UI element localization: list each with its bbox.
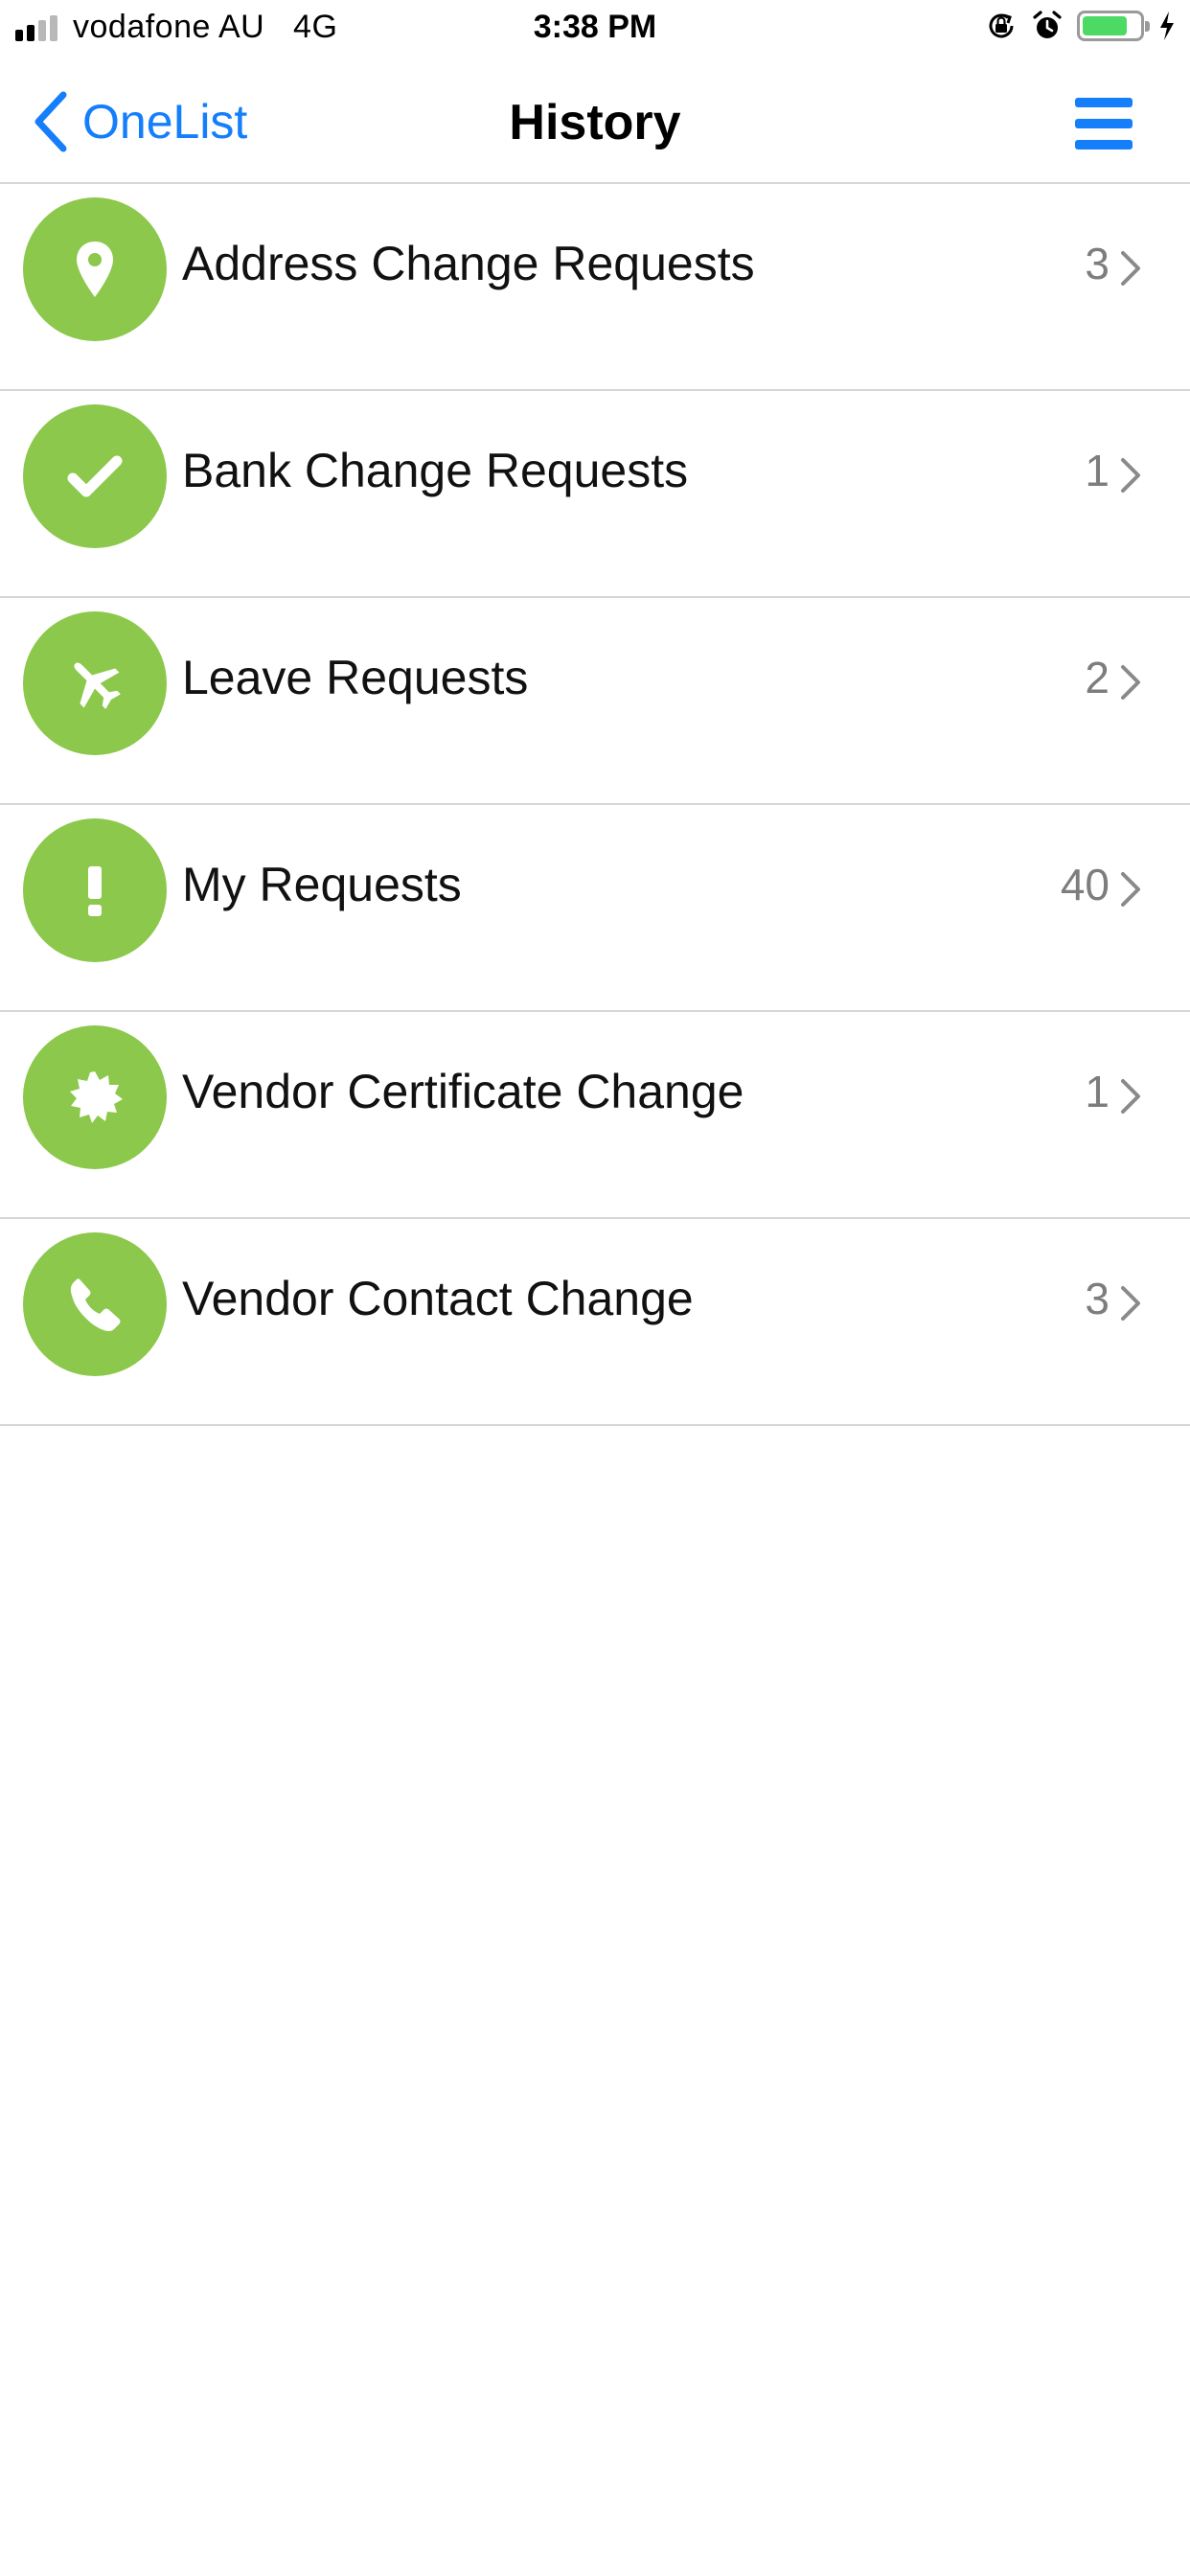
- chevron-right-icon: [1121, 1079, 1140, 1114]
- rotation-lock-icon: [989, 13, 1014, 38]
- back-button-label: OneList: [82, 95, 248, 149]
- list-item-address-change-requests[interactable]: Address Change Requests 3: [0, 184, 1190, 391]
- list-item-count: 3: [1085, 239, 1110, 288]
- list-item-count: 40: [1060, 860, 1110, 909]
- chevron-right-icon: [1121, 458, 1140, 493]
- chevron-right-icon: [1121, 251, 1140, 286]
- charging-bolt-icon: [1160, 12, 1174, 40]
- list-item-label: My Requests: [182, 858, 462, 911]
- list-item-leave-requests[interactable]: Leave Requests 2: [0, 598, 1190, 805]
- chevron-right-icon: [1121, 1286, 1140, 1321]
- chevron-right-icon: [1121, 665, 1140, 700]
- map-pin-icon: [23, 197, 167, 341]
- list-item-label: Leave Requests: [182, 651, 529, 704]
- list-item-bank-change-requests[interactable]: Bank Change Requests 1: [0, 391, 1190, 598]
- chevron-right-icon: [1121, 872, 1140, 907]
- phone-icon: [23, 1232, 167, 1376]
- list-item-vendor-certificate-change[interactable]: Vendor Certificate Change 1: [0, 1012, 1190, 1219]
- list-item-count: 1: [1085, 1067, 1110, 1116]
- battery-icon: [1077, 11, 1150, 41]
- list-item-label: Address Change Requests: [182, 237, 755, 290]
- status-bar: vodafone AU 4G 3:38 PM: [0, 0, 1190, 59]
- list-item-count: 3: [1085, 1274, 1110, 1323]
- alarm-icon: [1033, 11, 1062, 38]
- list-item-label: Vendor Contact Change: [182, 1272, 694, 1325]
- list-item-count: 2: [1085, 653, 1110, 702]
- back-button[interactable]: OneList: [33, 88, 247, 155]
- checkmark-icon: [23, 404, 167, 548]
- status-icons: [985, 10, 1177, 42]
- list-item-my-requests[interactable]: My Requests 40: [0, 805, 1190, 1012]
- list-item-label: Vendor Certificate Change: [182, 1065, 744, 1118]
- battery-level: [1083, 16, 1127, 35]
- list-item-vendor-contact-change[interactable]: Vendor Contact Change 3: [0, 1219, 1190, 1426]
- hamburger-menu-icon[interactable]: [1075, 98, 1133, 150]
- exclamation-icon: [23, 818, 167, 962]
- history-list: Address Change Requests 3 Bank Change Re…: [0, 184, 1190, 1426]
- list-item-count: 1: [1085, 446, 1110, 495]
- navigation-bar: OneList History: [0, 59, 1190, 184]
- airplane-icon: [23, 611, 167, 755]
- certificate-badge-icon: [23, 1025, 167, 1169]
- chevron-left-icon: [34, 91, 67, 152]
- list-item-label: Bank Change Requests: [182, 444, 689, 497]
